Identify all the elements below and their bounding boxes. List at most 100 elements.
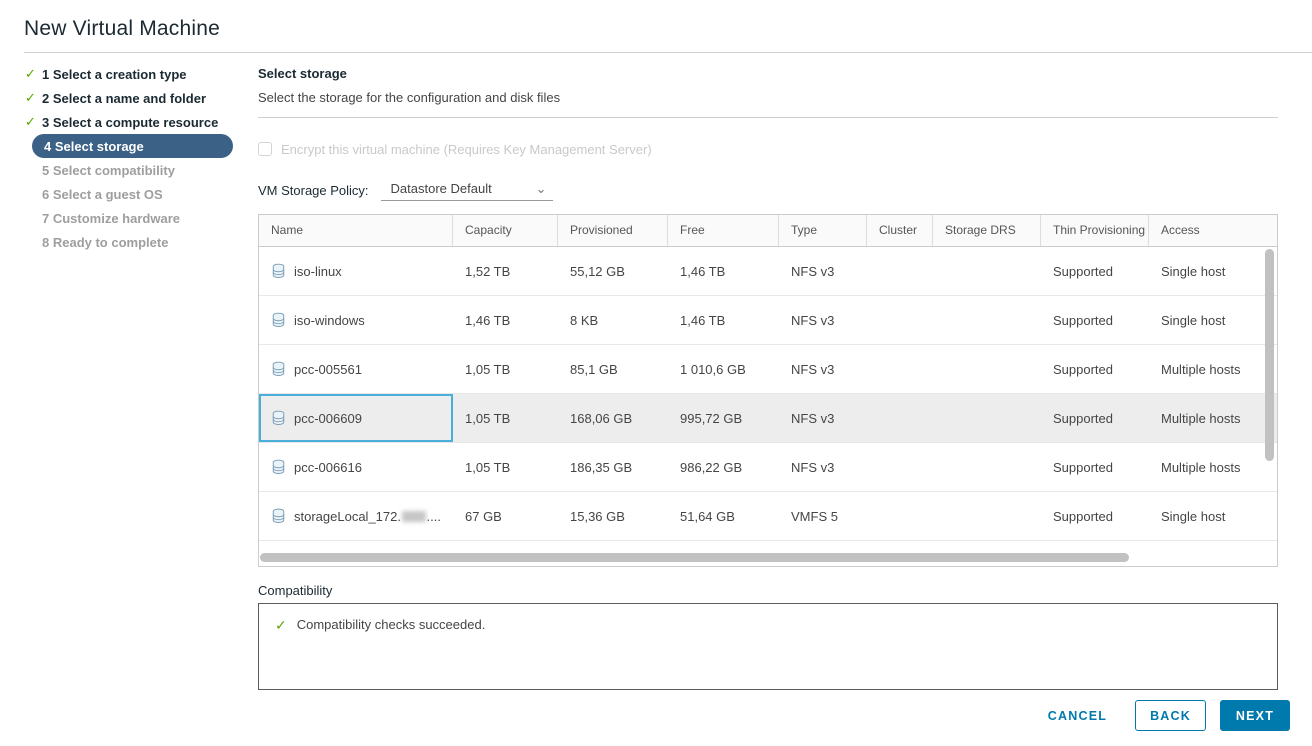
step-label: 6 Select a guest OS <box>0 187 163 202</box>
cell-free: 1,46 TB <box>668 296 779 344</box>
datastore-name-suffix: .... <box>427 509 441 524</box>
step-label: 4 Select storage <box>44 139 144 154</box>
cell-free: 995,72 GB <box>668 394 779 442</box>
cell-type: NFS v3 <box>779 247 867 295</box>
horizontal-scrollbar-thumb[interactable] <box>260 553 1129 562</box>
compatibility-label: Compatibility <box>258 583 1278 598</box>
column-header-cluster[interactable]: Cluster <box>867 215 933 246</box>
cell-thin-provisioning: Supported <box>1041 443 1149 491</box>
cell-name[interactable]: iso-linux <box>259 247 453 295</box>
wizard-steps-sidebar: ✓1 Select a creation type✓2 Select a nam… <box>0 62 258 254</box>
column-header-name[interactable]: Name <box>259 215 453 246</box>
cancel-button[interactable]: CANCEL <box>1048 709 1107 723</box>
datastore-cylinder-icon <box>271 361 286 377</box>
step-check-icon: ✓ <box>25 114 36 130</box>
datastore-table: NameCapacityProvisionedFreeTypeClusterSt… <box>258 214 1278 567</box>
wizard-footer: CANCEL BACK NEXT <box>1048 700 1290 731</box>
cell-type: NFS v3 <box>779 394 867 442</box>
encrypt-checkbox <box>258 142 272 156</box>
sidebar-step-4[interactable]: 4 Select storage <box>0 134 258 158</box>
cell-name[interactable]: storageLocal_172..... <box>259 492 453 540</box>
cell-type: NFS v3 <box>779 296 867 344</box>
cell-name[interactable]: pcc-005561 <box>259 345 453 393</box>
column-header-free[interactable]: Free <box>668 215 779 246</box>
cell-thin-provisioning: Supported <box>1041 394 1149 442</box>
vertical-scrollbar[interactable] <box>1264 249 1275 563</box>
cell-name[interactable]: iso-windows <box>259 296 453 344</box>
step-heading: Select storage <box>258 66 1278 81</box>
cell-thin-provisioning: Supported <box>1041 247 1149 295</box>
horizontal-scrollbar[interactable] <box>260 553 1263 563</box>
cell-storage-drs <box>933 492 1041 540</box>
cell-provisioned: 168,06 GB <box>558 394 668 442</box>
cell-storage-drs <box>933 296 1041 344</box>
cell-name[interactable]: pcc-006609 <box>259 394 453 442</box>
cell-cluster <box>867 394 933 442</box>
cell-access: Multiple hosts <box>1149 345 1277 393</box>
title-divider <box>24 52 1312 53</box>
cell-thin-provisioning: Supported <box>1041 492 1149 540</box>
datastore-name: iso-linux <box>294 264 342 279</box>
datastore-row[interactable]: pcc-0055611,05 TB85,1 GB1 010,6 GBNFS v3… <box>259 345 1277 394</box>
step-check-icon: ✓ <box>25 90 36 106</box>
cell-cluster <box>867 492 933 540</box>
cell-capacity: 1,05 TB <box>453 394 558 442</box>
cell-type: NFS v3 <box>779 443 867 491</box>
column-header-type[interactable]: Type <box>779 215 867 246</box>
sidebar-step-2[interactable]: ✓2 Select a name and folder <box>0 86 258 110</box>
redacted-text <box>402 511 426 522</box>
back-button[interactable]: BACK <box>1135 700 1206 731</box>
cell-storage-drs <box>933 394 1041 442</box>
compatibility-message: Compatibility checks succeeded. <box>297 617 486 632</box>
datastore-name: storageLocal_172. <box>294 509 401 524</box>
cell-capacity: 67 GB <box>453 492 558 540</box>
cell-provisioned: 85,1 GB <box>558 345 668 393</box>
column-header-storage-drs[interactable]: Storage DRS <box>933 215 1041 246</box>
column-header-capacity[interactable]: Capacity <box>453 215 558 246</box>
step-check-icon: ✓ <box>25 66 36 82</box>
compatibility-box: ✓ Compatibility checks succeeded. <box>258 603 1278 690</box>
sidebar-step-6: 6 Select a guest OS <box>0 182 258 206</box>
cell-free: 1 010,6 GB <box>668 345 779 393</box>
datastore-row[interactable]: storageLocal_172.....67 GB15,36 GB51,64 … <box>259 492 1277 541</box>
cell-cluster <box>867 345 933 393</box>
step-label: 5 Select compatibility <box>0 163 175 178</box>
step-label: 8 Ready to complete <box>0 235 168 250</box>
cell-cluster <box>867 443 933 491</box>
datastore-row[interactable]: pcc-0066091,05 TB168,06 GB995,72 GBNFS v… <box>259 394 1277 443</box>
cell-thin-provisioning: Supported <box>1041 345 1149 393</box>
cell-capacity: 1,46 TB <box>453 296 558 344</box>
cell-access: Single host <box>1149 296 1277 344</box>
datastore-cylinder-icon <box>271 312 286 328</box>
column-header-provisioned[interactable]: Provisioned <box>558 215 668 246</box>
cell-name[interactable]: pcc-006616 <box>259 443 453 491</box>
sidebar-step-3[interactable]: ✓3 Select a compute resource <box>0 110 258 134</box>
datastore-name: iso-windows <box>294 313 365 328</box>
cell-capacity: 1,52 TB <box>453 247 558 295</box>
datastore-row[interactable]: pcc-0066161,05 TB186,35 GB986,22 GBNFS v… <box>259 443 1277 492</box>
content-divider <box>258 117 1278 118</box>
cell-access: Multiple hosts <box>1149 394 1277 442</box>
column-header-thin-provisioning[interactable]: Thin Provisioning <box>1041 215 1149 246</box>
vm-storage-policy-select[interactable]: Datastore Default ⌄ <box>381 179 553 201</box>
cell-capacity: 1,05 TB <box>453 345 558 393</box>
sidebar-step-1[interactable]: ✓1 Select a creation type <box>0 62 258 86</box>
cell-type: VMFS 5 <box>779 492 867 540</box>
sidebar-step-5: 5 Select compatibility <box>0 158 258 182</box>
sidebar-step-8: 8 Ready to complete <box>0 230 258 254</box>
next-button[interactable]: NEXT <box>1220 700 1290 731</box>
table-header-row: NameCapacityProvisionedFreeTypeClusterSt… <box>259 215 1277 247</box>
datastore-row[interactable]: iso-windows1,46 TB8 KB1,46 TBNFS v3Suppo… <box>259 296 1277 345</box>
cell-storage-drs <box>933 443 1041 491</box>
cell-thin-provisioning: Supported <box>1041 296 1149 344</box>
column-header-access[interactable]: Access <box>1149 215 1277 246</box>
vertical-scrollbar-thumb[interactable] <box>1265 249 1274 461</box>
cell-free: 51,64 GB <box>668 492 779 540</box>
datastore-name: pcc-006616 <box>294 460 362 475</box>
datastore-row[interactable]: iso-linux1,52 TB55,12 GB1,46 TBNFS v3Sup… <box>259 247 1277 296</box>
datastore-cylinder-icon <box>271 263 286 279</box>
encrypt-label: Encrypt this virtual machine (Requires K… <box>281 142 652 157</box>
vm-storage-policy-value: Datastore Default <box>391 181 492 196</box>
step-content: Select storage Select the storage for th… <box>258 60 1278 690</box>
vm-storage-policy-label: VM Storage Policy: <box>258 183 369 198</box>
